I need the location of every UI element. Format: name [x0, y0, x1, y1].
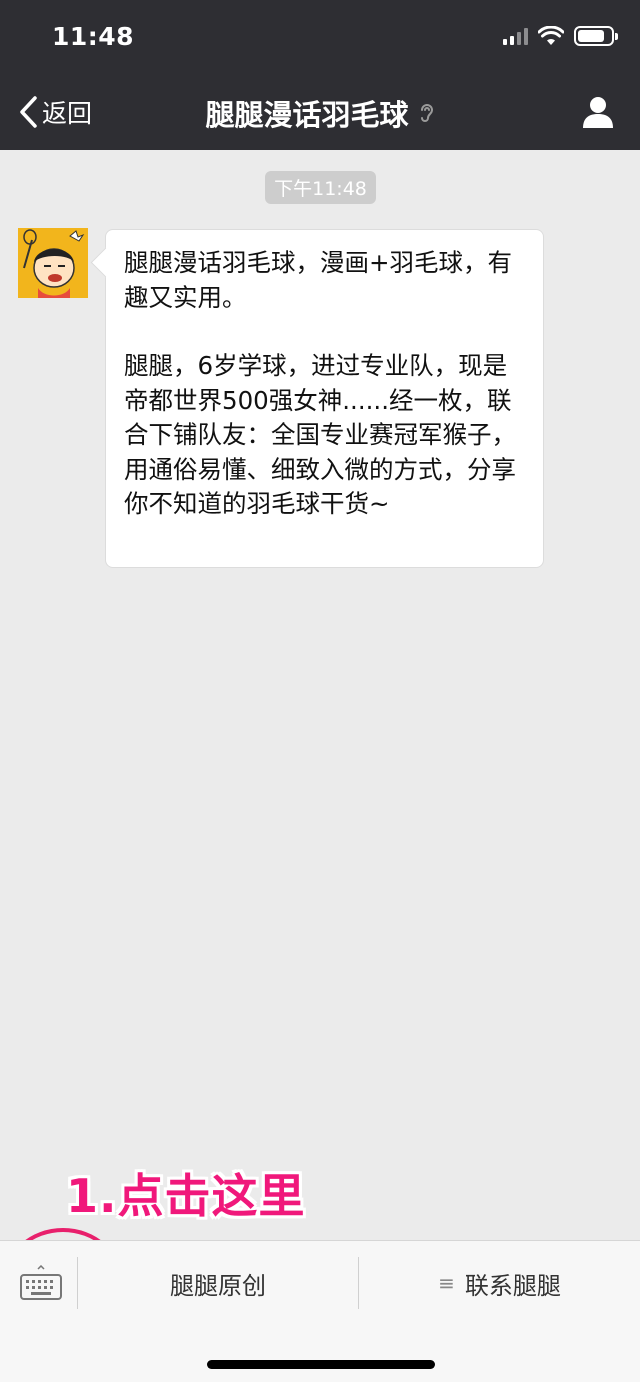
user-profile-icon[interactable]	[580, 94, 616, 130]
ear-icon	[420, 104, 433, 122]
message-bubble: 腿腿漫话羽毛球，漫画+羽毛球，有趣又实用。 腿腿，6岁学球，进过专业队，现是帝都…	[105, 229, 544, 568]
menu-lines-icon: ≡	[438, 1271, 455, 1295]
keyboard-icon	[20, 1265, 62, 1300]
status-icons	[503, 26, 618, 46]
menu-item-contact[interactable]: ≡ 联系腿腿	[359, 1257, 640, 1309]
avatar[interactable]	[18, 228, 88, 298]
message-paragraph: 腿腿，6岁学球，进过专业队，现是帝都世界500强女神......经一枚，联合下铺…	[124, 351, 516, 518]
wifi-icon	[538, 26, 564, 45]
page-title: 腿腿漫话羽毛球	[0, 92, 640, 134]
menu-item-label: 联系腿腿	[464, 1271, 561, 1300]
cellular-signal-icon	[503, 27, 528, 45]
status-time: 11:48	[52, 22, 135, 51]
message-timestamp: 下午11:48	[265, 171, 376, 204]
cartoon-avatar-icon	[18, 228, 88, 298]
message-paragraph: 腿腿漫话羽毛球，漫画+羽毛球，有趣又实用。	[124, 248, 513, 312]
chat-title: 腿腿漫话羽毛球	[205, 98, 409, 132]
home-indicator	[207, 1360, 435, 1369]
battery-icon	[574, 26, 618, 46]
bottom-menu: 腿腿原创 ≡ 联系腿腿	[0, 1240, 640, 1382]
keyboard-toggle-button[interactable]	[8, 1255, 74, 1315]
annotation-label: 1.点击这里	[66, 1169, 306, 1223]
menu-item-label: 腿腿原创	[170, 1271, 266, 1300]
top-bar: 11:48 返回 腿腿漫话羽毛球	[0, 0, 640, 150]
menu-item-original[interactable]: 腿腿原创	[78, 1257, 358, 1309]
